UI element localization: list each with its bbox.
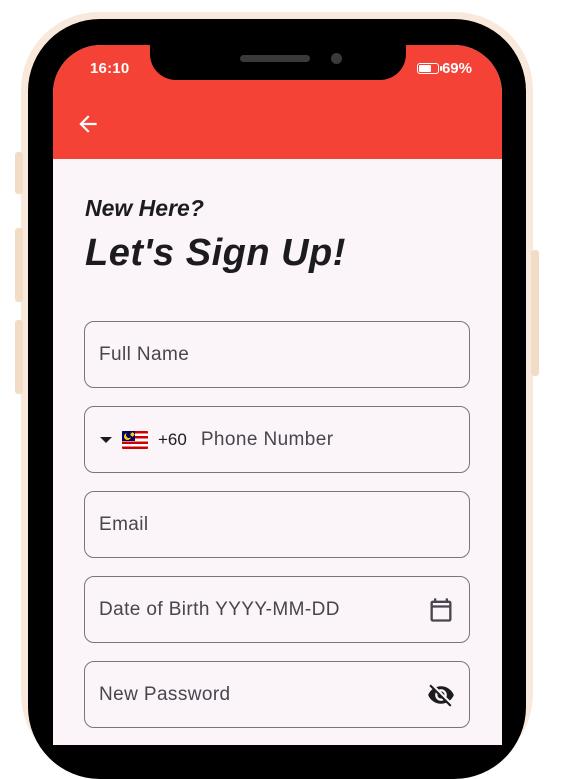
- phone-power-button: [531, 250, 539, 376]
- calendar-icon[interactable]: [427, 596, 455, 624]
- visibility-off-icon[interactable]: [427, 681, 455, 709]
- speaker-grille: [240, 55, 310, 62]
- phone-volume-up-button: [15, 228, 23, 302]
- phone-number-placeholder: Phone Number: [200, 428, 334, 450]
- new-password-field[interactable]: New Password: [84, 661, 470, 728]
- full-name-placeholder: Full Name: [99, 343, 190, 365]
- phone-notch: [150, 45, 406, 80]
- full-name-field[interactable]: Full Name: [84, 321, 470, 388]
- date-of-birth-placeholder: Date of Birth YYYY-MM-DD: [99, 598, 340, 620]
- new-password-placeholder: New Password: [99, 683, 231, 705]
- back-arrow-icon: [79, 115, 97, 133]
- front-camera: [331, 53, 342, 64]
- dropdown-arrow-icon: [100, 436, 112, 443]
- dial-code: +60: [158, 429, 187, 449]
- status-time: 16:10: [90, 60, 130, 77]
- country-code-selector[interactable]: ✸ +60: [99, 430, 187, 450]
- greeting-text: New Here?: [85, 195, 204, 221]
- malaysia-flag-icon: ✸: [122, 430, 148, 449]
- phone-volume-down-button: [15, 320, 23, 394]
- page-title: Let's Sign Up!: [85, 232, 346, 274]
- email-field[interactable]: Email: [84, 491, 470, 558]
- battery-icon: [416, 63, 442, 74]
- email-placeholder: Email: [99, 513, 149, 535]
- app-screen: 16:10 69% New Here? Let's Sign Up! Full …: [53, 45, 502, 745]
- phone-side-button: [15, 152, 23, 194]
- phone-number-field[interactable]: ✸ +60 Phone Number: [84, 406, 470, 473]
- battery-percent: 69%: [441, 60, 472, 77]
- back-button[interactable]: [75, 111, 101, 137]
- status-battery: 69%: [416, 60, 472, 77]
- date-of-birth-field[interactable]: Date of Birth YYYY-MM-DD: [84, 576, 470, 643]
